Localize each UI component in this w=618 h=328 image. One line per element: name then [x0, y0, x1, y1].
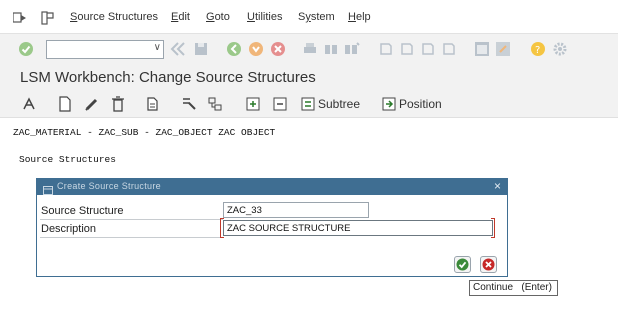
command-field[interactable]: ∨ [46, 40, 164, 59]
focus-bracket-right [491, 218, 495, 238]
create-source-structure-dialog: Create Source Structure × Source Structu… [36, 178, 508, 277]
save-icon[interactable] [193, 41, 209, 57]
position-button[interactable]: Position [399, 97, 442, 111]
hierarchy-icon[interactable] [207, 96, 223, 112]
menu-system[interactable]: System [298, 11, 335, 23]
dialog-title: Create Source Structure [57, 181, 161, 191]
description-field[interactable]: ZAC SOURCE STRUCTURE [223, 220, 493, 236]
menu-utilities[interactable]: Utilities [247, 11, 282, 23]
menu-icon[interactable] [12, 10, 28, 26]
dialog-title-bar[interactable]: Create Source Structure × [37, 179, 507, 195]
last-page-icon[interactable] [441, 41, 457, 57]
next-page-icon[interactable] [420, 41, 436, 57]
standard-toolbar: ∨ ? [0, 34, 618, 64]
continue-button[interactable] [454, 256, 471, 273]
copy-icon[interactable] [145, 96, 161, 112]
find-icon[interactable] [323, 41, 339, 57]
new-session-icon[interactable] [474, 41, 490, 57]
gear-icon[interactable] [552, 41, 568, 57]
close-icon[interactable]: × [494, 179, 501, 193]
position-icon[interactable] [381, 96, 397, 112]
change-pencil-icon[interactable] [84, 96, 100, 112]
description-label: Description [41, 223, 97, 235]
object-path: ZAC_MATERIAL - ZAC_SUB - ZAC_OBJECT ZAC … [13, 127, 276, 138]
collapse-icon[interactable] [272, 96, 288, 112]
menu-edit[interactable]: Edit [171, 11, 190, 23]
page-title: LSM Workbench: Change Source Structures [20, 69, 316, 86]
menu-source-structures[interactable]: Source Structures [70, 11, 158, 23]
dialog-window-icon [43, 182, 53, 200]
subtree-button[interactable]: Subtree [318, 97, 360, 111]
command-field-value [47, 46, 50, 57]
application-toolbar: Subtree Position [0, 92, 618, 118]
menu-help[interactable]: Help [348, 11, 371, 23]
display-change-icon[interactable] [21, 96, 37, 112]
focus-bracket-left [220, 218, 224, 238]
find-next-icon[interactable] [344, 41, 360, 57]
first-page-icon[interactable] [378, 41, 394, 57]
source-structure-label: Source Structure [41, 205, 124, 217]
back-icon[interactable] [226, 41, 242, 57]
select-icon[interactable] [181, 96, 197, 112]
create-icon[interactable] [57, 96, 73, 112]
source-structure-label-row: Source Structure [40, 203, 223, 220]
shortcut-icon[interactable] [495, 41, 511, 57]
cancel-button[interactable] [480, 256, 497, 273]
cancel-icon[interactable] [270, 41, 286, 57]
title-bar: LSM Workbench: Change Source Structures [0, 64, 618, 92]
source-structure-field[interactable]: ZAC_33 [223, 202, 369, 218]
delete-icon[interactable] [110, 96, 126, 112]
previous-page-icon[interactable] [399, 41, 415, 57]
print-icon[interactable] [302, 41, 318, 57]
layout-icon[interactable] [40, 10, 56, 26]
continue-tooltip: Continue (Enter) [469, 280, 558, 296]
section-label: Source Structures [19, 154, 116, 165]
enter-icon[interactable] [18, 41, 34, 57]
menu-goto[interactable]: Goto [206, 11, 230, 23]
double-chevron-left-icon[interactable] [170, 41, 186, 57]
description-label-row: Description [40, 221, 223, 238]
chevron-down-icon[interactable]: ∨ [154, 42, 161, 53]
help-icon[interactable]: ? [530, 41, 546, 57]
checkmark-icon [456, 258, 469, 271]
svg-text:?: ? [535, 45, 540, 56]
cancel-x-icon [482, 258, 495, 271]
menu-bar: Source Structures Edit Goto Utilities Sy… [0, 0, 618, 34]
expand-icon[interactable] [245, 96, 261, 112]
subtree-icon[interactable] [300, 96, 316, 112]
exit-icon[interactable] [248, 41, 264, 57]
